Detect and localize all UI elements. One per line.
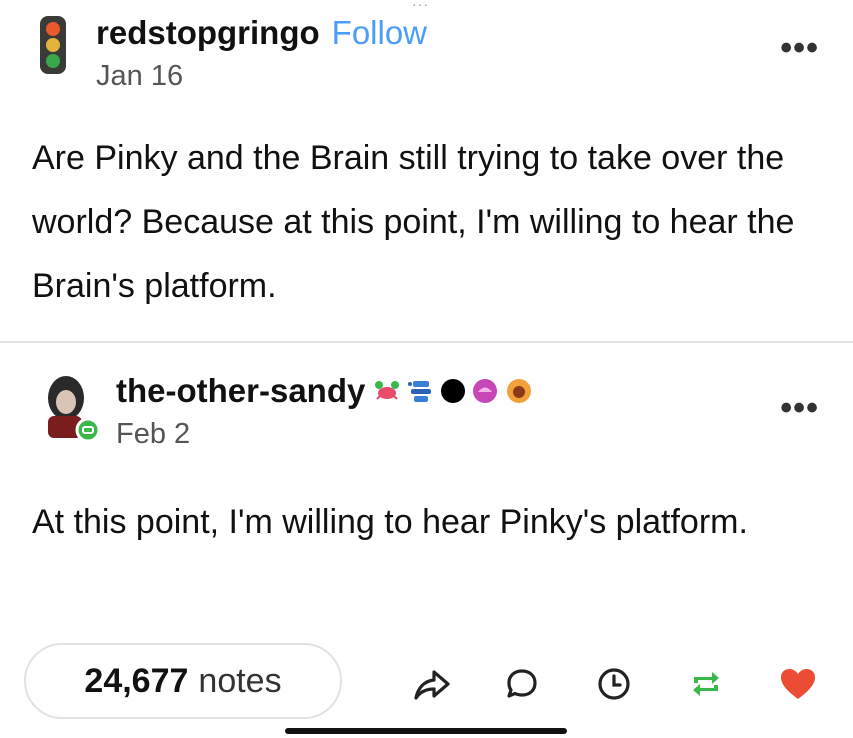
more-options-icon[interactable]: ••• <box>780 31 819 65</box>
reply-icon <box>507 669 537 698</box>
user-portrait-icon <box>48 376 101 443</box>
divider <box>0 341 853 343</box>
share-button[interactable] <box>410 662 454 706</box>
orange-badge-icon <box>507 379 532 403</box>
original-post-text: Are Pinky and the Brain still trying to … <box>32 139 795 305</box>
like-icon <box>781 669 815 699</box>
avatar[interactable] <box>38 14 68 83</box>
reblog-button[interactable] <box>684 662 728 706</box>
follow-button[interactable]: Follow <box>332 14 427 52</box>
post-date: Jan 16 <box>96 60 184 92</box>
queue-button[interactable] <box>592 662 636 706</box>
badge-row <box>373 377 533 405</box>
like-button[interactable] <box>776 662 820 706</box>
original-post-header: redstopgringo Follow Jan 16 <box>38 14 427 92</box>
notes-label: notes <box>198 661 282 700</box>
top-drag-handle-icon: ··· <box>412 0 429 12</box>
reply-more-options-icon[interactable]: ••• <box>780 391 819 425</box>
reblog-icon <box>693 672 719 696</box>
post-card: ··· redstopgringo Follow Jan 16 ••• Are … <box>0 0 853 738</box>
crab-badge-icon <box>375 381 400 400</box>
notes-count: 24,677 <box>84 661 189 700</box>
notes-button[interactable]: 24,677 notes <box>24 643 342 719</box>
traffic-light-icon <box>40 16 66 74</box>
reply-button[interactable] <box>500 662 544 706</box>
reply-post-text: At this point, I'm willing to hear Pinky… <box>32 503 748 541</box>
reply-post-date: Feb 2 <box>116 418 191 450</box>
home-indicator <box>285 728 567 734</box>
reply-username[interactable]: the-other-sandy <box>116 372 365 410</box>
queue-icon <box>598 668 630 700</box>
username[interactable]: redstopgringo <box>96 14 320 52</box>
reply-post-header: the-other-sandy Feb 2 <box>38 372 533 450</box>
blue-robot-badge-icon <box>408 381 432 402</box>
black-circle-badge-icon <box>441 379 466 403</box>
reply-avatar[interactable] <box>38 372 101 443</box>
share-icon <box>414 670 450 700</box>
pink-badge-icon <box>473 379 498 403</box>
